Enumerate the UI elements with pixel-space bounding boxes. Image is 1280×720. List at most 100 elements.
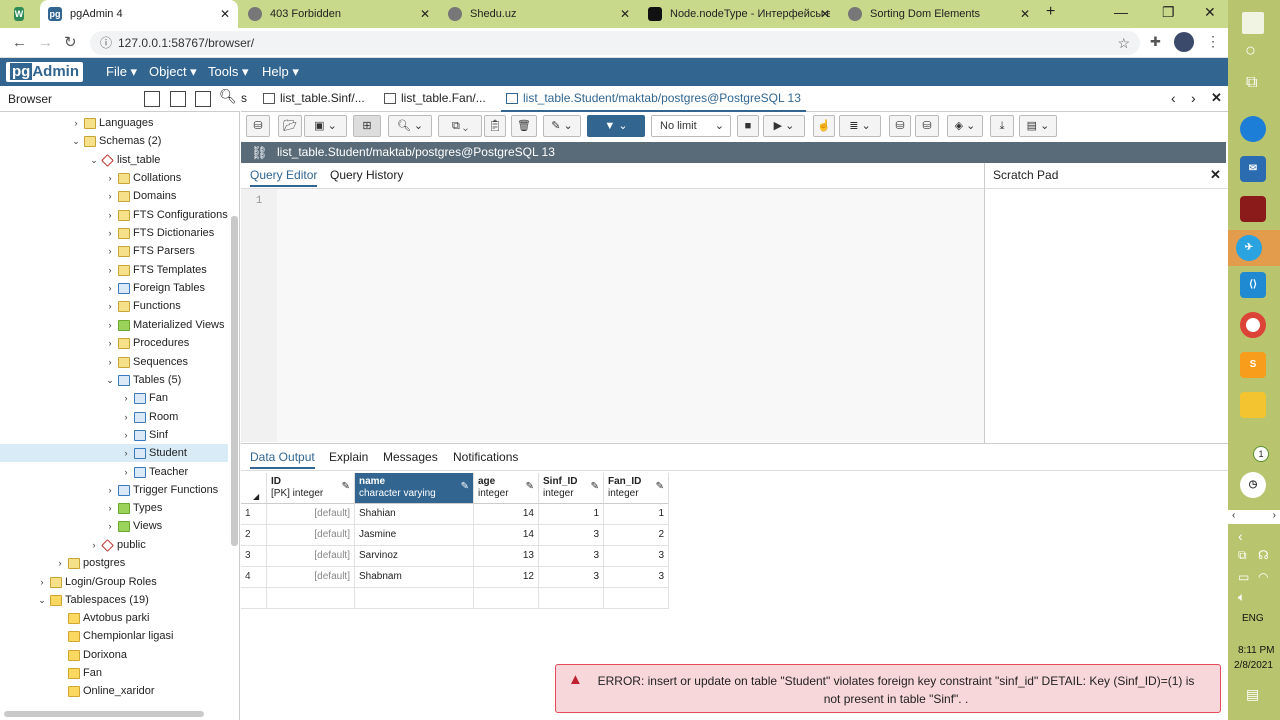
sublime-icon[interactable]: S [1240, 352, 1266, 378]
tree-item[interactable]: Dorixona [68, 646, 127, 664]
chevron-left-icon[interactable]: ‹ [1238, 528, 1243, 544]
column-header[interactable]: Sinf_ID integer ✎ [539, 473, 604, 504]
language-indicator[interactable]: ENG [1242, 613, 1264, 624]
tab-fan[interactable]: list_table.Fan/... [384, 91, 486, 105]
reload-icon[interactable]: ↻ [64, 33, 77, 51]
pencil-icon[interactable]: ✎ [526, 481, 534, 493]
find-icon[interactable]: 🔍︎ ⌄ [388, 115, 432, 137]
cell-name[interactable]: Jasmine [355, 525, 474, 546]
tab-pgadmin[interactable]: pg pgAdmin 4 ✕ [40, 0, 238, 28]
clear-icon[interactable]: ◈ ⌄ [947, 115, 983, 137]
connection-icon[interactable]: ⛓ [251, 142, 268, 163]
clock-app-icon[interactable]: ◷ [1240, 472, 1266, 498]
new-row-cell[interactable] [604, 588, 669, 609]
row-number[interactable]: 4 [241, 567, 267, 588]
open-file-icon[interactable]: 📂︎ [278, 115, 302, 137]
new-row-cell[interactable] [355, 588, 474, 609]
chrome-icon[interactable] [1240, 312, 1266, 338]
tree-item[interactable]: Fan [68, 664, 102, 682]
tree-item[interactable]: › Room [120, 408, 179, 426]
download-icon[interactable]: ⤓ [990, 115, 1014, 137]
tree-item[interactable]: › Views [104, 517, 163, 535]
cell-fan-id[interactable]: 3 [604, 567, 669, 588]
taskbar-scroll[interactable]: ‹ › [1228, 510, 1280, 524]
tree-item[interactable]: › postgres [54, 554, 126, 572]
database-icon[interactable] [144, 91, 160, 107]
scratch-pad[interactable]: Scratch Pad ✕ [984, 163, 1229, 443]
limit-select[interactable]: No limit ⌄ [651, 115, 731, 137]
save-icon[interactable]: ▣ ⌄ [304, 115, 347, 137]
rollback-icon[interactable]: ⛁ [915, 115, 939, 137]
tray-icon[interactable]: ⧉ [1238, 548, 1247, 563]
tree-item[interactable]: › Collations [104, 169, 182, 187]
delete-icon[interactable]: 🗑︎ [511, 115, 537, 137]
tree-item[interactable]: › Types [104, 499, 163, 517]
edge-icon[interactable] [1240, 116, 1266, 142]
tree-h-scrollbar[interactable] [4, 711, 204, 717]
paste-icon[interactable]: 📋︎ [484, 115, 506, 137]
tree-item[interactable]: Online_xaridor [68, 682, 155, 700]
cell-fan-id[interactable]: 2 [604, 525, 669, 546]
column-header-selected[interactable]: name character varying ✎ [355, 473, 474, 504]
filter-icon[interactable]: ▼ ⌄ [587, 115, 645, 137]
tree-item[interactable]: › Teacher [120, 463, 189, 481]
star-icon[interactable]: ☆ [1117, 31, 1130, 55]
close-icon[interactable]: ✕ [820, 7, 830, 21]
battery-icon[interactable]: ▭ [1238, 570, 1249, 584]
forward-arrow-icon[interactable]: → [38, 34, 53, 51]
menu-help[interactable]: Help ▾ [262, 64, 299, 80]
search-icon[interactable]: 🔍︎ [219, 88, 237, 105]
column-header[interactable]: age integer ✎ [474, 473, 539, 504]
cell-fan-id[interactable]: 1 [604, 504, 669, 525]
edit-icon[interactable]: ✎ ⌄ [543, 115, 581, 137]
filter-table-icon[interactable] [195, 91, 211, 107]
cell-age[interactable]: 14 [474, 525, 539, 546]
tab-explain[interactable]: Explain [329, 450, 368, 464]
app-icon[interactable] [1240, 196, 1266, 222]
tree-item[interactable]: › FTS Templates [104, 261, 207, 279]
cell-id[interactable]: [default] [267, 567, 355, 588]
volume-icon[interactable]: 🔈︎ [1238, 590, 1245, 605]
close-icon[interactable]: ✕ [220, 7, 230, 21]
close-window-icon[interactable]: ✕ [1204, 4, 1216, 21]
row-number[interactable]: 3 [241, 546, 267, 567]
row-number[interactable]: 2 [241, 525, 267, 546]
back-arrow-icon[interactable]: ← [12, 34, 27, 51]
tree-item[interactable]: › Procedures [104, 334, 190, 352]
url-input[interactable]: ⓘ 127.0.0.1:58767/browser/ ☆ [90, 31, 1140, 55]
tree-item[interactable]: ⌄ Schemas (2) [70, 132, 161, 150]
file-explorer-icon[interactable] [1240, 392, 1266, 418]
tab-403[interactable]: 403 Forbidden ✕ [240, 0, 438, 28]
search-circle-icon[interactable]: ○ [1245, 40, 1256, 61]
close-icon[interactable]: ✕ [420, 7, 430, 21]
pencil-icon[interactable]: ✎ [591, 481, 599, 493]
pencil-icon[interactable]: ✎ [656, 481, 664, 493]
tab-query-editor[interactable]: Query Editor [250, 168, 318, 187]
cell-sinf-id[interactable]: 3 [539, 546, 604, 567]
tree-item[interactable]: Avtobus parki [68, 609, 149, 627]
tree-item[interactable]: › public [88, 536, 146, 554]
tree-item[interactable]: › Sequences [104, 353, 189, 371]
vscode-icon[interactable]: ⟨⟩ [1240, 272, 1266, 298]
telegram-task[interactable]: ✈ [1228, 230, 1280, 266]
tree-item[interactable]: ⌄ list_table [88, 151, 160, 169]
column-header[interactable]: ID [PK] integer ✎ [267, 473, 355, 504]
tab-notifications[interactable]: Notifications [453, 450, 518, 464]
action-center-icon[interactable]: ▤ [1246, 686, 1259, 703]
clock-time[interactable]: 8:11 PM [1238, 645, 1275, 656]
tree-item[interactable]: › FTS Parsers [104, 242, 195, 260]
mail-icon[interactable]: ✉ [1240, 156, 1266, 182]
cell-age[interactable]: 13 [474, 546, 539, 567]
windows-start-icon[interactable] [1242, 12, 1264, 34]
tree-item[interactable]: › Languages [70, 114, 154, 132]
tab-data-output[interactable]: Data Output [250, 450, 315, 469]
cell-id[interactable]: [default] [267, 525, 355, 546]
w-app-icon[interactable]: W [8, 0, 32, 28]
tree-item[interactable]: Chempionlar ligasi [68, 627, 174, 645]
maximize-icon[interactable]: ❐ [1162, 4, 1175, 21]
execute-icon[interactable]: ▶ ⌄ [763, 115, 805, 137]
explain-analyze-icon[interactable]: ≣ ⌄ [839, 115, 881, 137]
chevron-left-icon[interactable]: ‹ [1171, 90, 1176, 106]
new-row-cell[interactable] [474, 588, 539, 609]
cell-sinf-id[interactable]: 3 [539, 567, 604, 588]
